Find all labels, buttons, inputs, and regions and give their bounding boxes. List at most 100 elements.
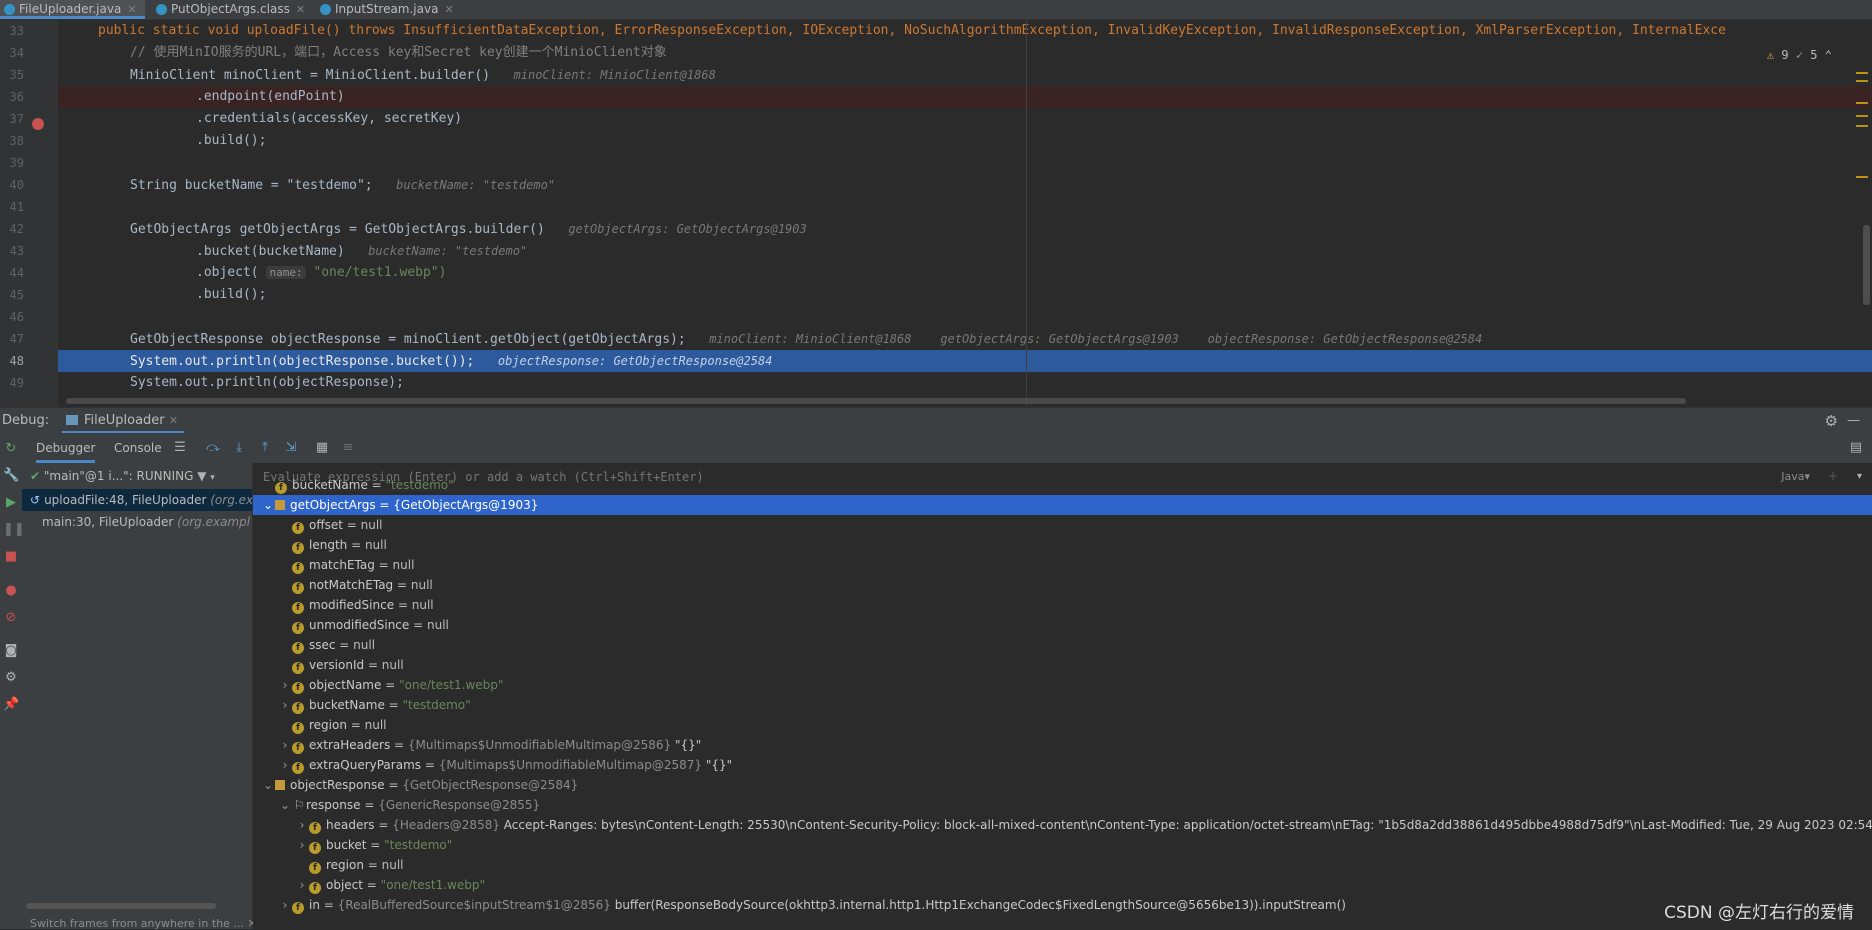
chevron-down-icon[interactable]: ▾ [210, 473, 215, 483]
chevron-right-icon[interactable]: › [295, 835, 309, 855]
tab-debugger[interactable]: Debugger [36, 433, 96, 463]
stop-icon[interactable]: ■ [3, 549, 19, 565]
chevron-right-icon[interactable]: › [278, 695, 292, 715]
close-icon[interactable]: ✕ [296, 3, 305, 16]
wrench-icon[interactable]: 🔧 [3, 468, 19, 484]
variable-row[interactable]: › f object = "one/test1.webp" [253, 875, 1872, 895]
editor-vertical-scrollbar[interactable] [1863, 225, 1870, 305]
step-over-icon[interactable]: ⤼ [205, 440, 221, 456]
editor-gutter[interactable]: 33 34 35 36 37 38 39 40 41 42 43 44 45 4… [0, 20, 58, 407]
chevron-down-icon[interactable]: ⌄ [278, 795, 292, 815]
thread-selector[interactable]: ✔ "main"@1 i...": RUNNING ▼ ▾ [22, 463, 252, 489]
variable-row[interactable]: f bucketName = "testdemo" [253, 475, 1872, 495]
editor-horizontal-scrollbar[interactable] [66, 398, 1686, 404]
gear-icon[interactable]: ⚙ [1825, 408, 1838, 434]
step-into-icon[interactable]: ⤓ [231, 440, 247, 456]
error-stripe-mark[interactable] [1856, 115, 1868, 117]
variable-row[interactable]: f modifiedSince = null [253, 595, 1872, 615]
pause-icon[interactable]: ❚❚ [3, 522, 25, 538]
variable-value: {RealBufferedSource$inputStream$1@2856} [337, 898, 611, 912]
chevron-down-icon[interactable]: ⌄ [261, 495, 275, 515]
filter-icon[interactable]: ▼ [197, 469, 206, 483]
variable-row[interactable]: › f bucketName = "testdemo" [253, 695, 1872, 715]
variable-row[interactable]: › f headers = {Headers@2858} Accept-Ranges… [253, 815, 1872, 835]
breakpoint-icon[interactable] [32, 118, 44, 130]
chevron-right-icon[interactable]: › [278, 735, 292, 755]
minimize-icon[interactable]: — [1847, 408, 1860, 434]
variable-value: {Multimaps$UnmodifiableMultimap@2587} [438, 758, 702, 772]
variable-row[interactable]: f notMatchETag = null [253, 575, 1872, 595]
chevron-up-icon[interactable]: ⌃ [1825, 48, 1832, 62]
settings-icon[interactable]: ⚙ [3, 670, 19, 686]
variable-row[interactable]: ⌄ objectResponse = {GetObjectResponse@258… [253, 775, 1872, 795]
variable-value: {GetObjectArgs@1903} [393, 498, 539, 512]
error-stripe-mark[interactable] [1856, 80, 1868, 82]
error-stripe-mark[interactable] [1856, 176, 1868, 178]
variable-value: null [426, 618, 449, 632]
pin-icon[interactable]: 📌 [3, 697, 19, 713]
menu-icon[interactable]: ☰ [172, 440, 188, 456]
return-arrow-icon: ↺ [30, 493, 41, 507]
close-icon[interactable]: ✕ [127, 3, 136, 16]
stack-frame[interactable]: ↺ uploadFile:48, FileUploader (org.ex [22, 489, 252, 511]
stack-frame[interactable]: main:30, FileUploader (org.exampl [22, 511, 272, 533]
chevron-right-icon[interactable]: › [278, 675, 292, 695]
variable-row[interactable]: f region = null [253, 855, 1872, 875]
equals-sign: = [394, 598, 412, 612]
equals-sign: = [335, 638, 354, 652]
trace-stream-icon[interactable]: ≡ [340, 440, 356, 456]
variable-row[interactable]: › f bucket = "testdemo" [253, 835, 1872, 855]
chevron-right-icon[interactable]: › [295, 875, 309, 895]
equals-sign: = [347, 538, 365, 552]
variable-row[interactable]: f unmodifiedSince = null [253, 615, 1872, 635]
view-breakpoints-icon[interactable]: ● [3, 583, 19, 599]
error-stripe-mark[interactable] [1856, 102, 1868, 104]
run-to-cursor-icon[interactable]: ⇲ [283, 440, 299, 456]
field-icon: f [292, 582, 304, 594]
chevron-right-icon[interactable]: › [278, 755, 292, 775]
variable-row[interactable]: ⌄ getObjectArgs = {GetObjectArgs@1903} [253, 495, 1872, 515]
error-stripe-mark[interactable] [1856, 72, 1868, 74]
variable-row[interactable]: › f extraQueryParams = {Multimaps$Unmodifi… [253, 755, 1872, 775]
variable-row[interactable]: f length = null [253, 535, 1872, 555]
variable-row[interactable]: f region = null [253, 715, 1872, 735]
error-stripe-mark[interactable] [1856, 125, 1868, 127]
tab-file-uploader[interactable]: FileUploader.java ✕ [0, 0, 145, 19]
debug-session-tab[interactable]: FileUploader ✕ [62, 408, 185, 434]
evaluate-expression-icon[interactable]: ▦ [314, 440, 330, 456]
variable-row[interactable]: › f in = {RealBufferedSource$inputStream$1… [253, 895, 1872, 915]
mute-breakpoints-icon[interactable]: ⊘ [3, 610, 19, 626]
chevron-right-icon[interactable]: › [278, 895, 292, 915]
equals-sign: = [362, 878, 381, 892]
tab-console[interactable]: Console [114, 433, 162, 460]
close-icon[interactable]: ✕ [444, 3, 453, 16]
variable-row[interactable]: › f extraHeaders = {Multimaps$Unmodifiable… [253, 735, 1872, 755]
variable-value: {Headers@2858} [392, 818, 500, 832]
variable-row[interactable]: f matchETag = null [253, 555, 1872, 575]
chevron-right-icon[interactable]: › [295, 815, 309, 835]
param-hint: name: [266, 266, 306, 279]
frames-horizontal-scrollbar[interactable] [26, 903, 216, 909]
variable-value: null [364, 718, 387, 732]
close-icon[interactable]: ✕ [169, 414, 178, 427]
rerun-icon[interactable]: ↻ [3, 441, 19, 457]
layout-icon[interactable]: ▤ [1848, 440, 1864, 456]
variable-row[interactable]: f ssec = null [253, 635, 1872, 655]
step-out-icon[interactable]: ⤒ [257, 440, 273, 456]
field-icon: f [309, 862, 321, 874]
tab-input-stream[interactable]: InputStream.java ✕ [316, 0, 462, 19]
variable-row[interactable]: ⌄ ⚐ response = {GenericResponse@2855} [253, 795, 1872, 815]
variable-row[interactable]: f offset = null [253, 515, 1872, 535]
camera-icon[interactable]: ◙ [3, 643, 19, 659]
field-icon: f [309, 882, 321, 894]
variable-row[interactable]: › f objectName = "one/test1.webp" [253, 675, 1872, 695]
code-line-49: System.out.println(objectResponse); [130, 375, 404, 390]
variable-row[interactable]: f versionId = null [253, 655, 1872, 675]
code-editor[interactable]: 33 34 35 36 37 38 39 40 41 42 43 44 45 4… [0, 20, 1872, 407]
variable-name: objectResponse [290, 778, 385, 792]
chevron-down-icon[interactable]: ⌄ [261, 775, 275, 795]
variable-value: null [360, 518, 383, 532]
resume-icon[interactable]: ▶ [3, 495, 19, 511]
tab-put-object-args[interactable]: PutObjectArgs.class ✕ [152, 0, 313, 19]
inspections-widget[interactable]: ⚠ 9 ✓ 5 ⌃ [1767, 48, 1832, 62]
